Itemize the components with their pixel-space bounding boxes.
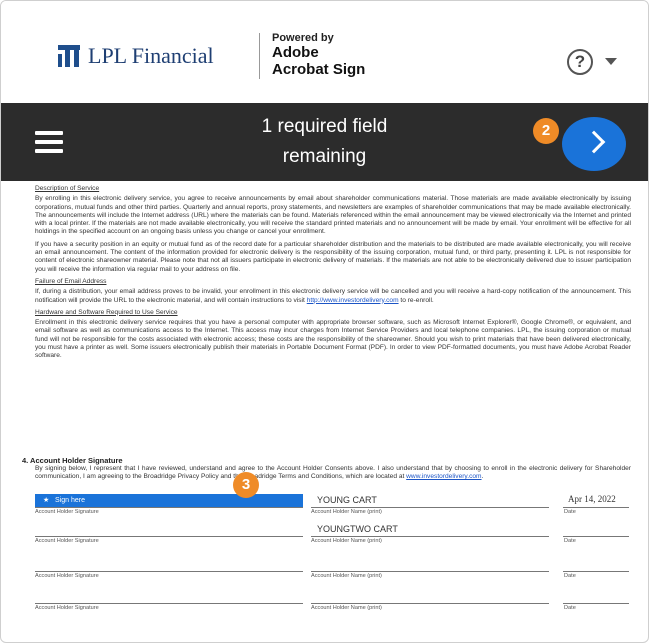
adobe-brand-line2: Acrobat Sign (272, 61, 366, 78)
signature-label-3: Account Holder Signature (35, 573, 99, 579)
step-badge-2: 2 (533, 118, 559, 144)
date-label-2: Date (564, 538, 576, 544)
holder-name-2: YOUNGTWO CART (317, 524, 398, 534)
name-line-1 (311, 507, 549, 508)
failure-heading: Failure of Email Address (35, 277, 107, 285)
date-label-1: Date (564, 509, 576, 515)
description-paragraph-1: By enrolling in this electronic delivery… (35, 195, 631, 236)
sign-here-label: Sign here (55, 497, 85, 504)
lpl-logo-text: LPL Financial (88, 43, 214, 68)
signature-label-4: Account Holder Signature (35, 605, 99, 611)
signature-line-3 (35, 571, 303, 572)
date-label-4: Date (564, 605, 576, 611)
step-badge-3: 3 (233, 472, 259, 498)
required-fields-status-line2: remaining (282, 146, 367, 167)
chevron-down-icon[interactable] (605, 58, 617, 65)
name-label-2: Account Holder Name (print) (311, 538, 382, 544)
investordelivery-link[interactable]: http://www.investordelivery.com (307, 297, 399, 304)
account-holder-paragraph: By signing below, I represent that I hav… (35, 465, 631, 482)
hardware-heading: Hardware and Software Required to Use Se… (35, 308, 178, 316)
signature-line-2 (35, 536, 303, 537)
header-divider (259, 33, 260, 79)
app-header: LPL Financial Powered by Adobe Acrobat S… (1, 1, 648, 103)
signature-label-1: Account Holder Signature (35, 509, 99, 515)
date-line-2 (563, 536, 629, 537)
asterisk-required-icon: ★ (43, 497, 50, 504)
help-icon[interactable]: ? (567, 49, 593, 75)
date-line-1 (563, 507, 629, 508)
signature-label-2: Account Holder Signature (35, 538, 99, 544)
failure-paragraph: If, during a distribution, your email ad… (35, 288, 631, 305)
powered-by-label: Powered by (272, 32, 334, 44)
date-label-3: Date (564, 573, 576, 579)
investordelivery-web-link[interactable]: www.investordelivery.com (406, 473, 481, 480)
lpl-logo: LPL Financial (58, 43, 214, 69)
description-heading: Description of Service (35, 185, 100, 192)
signature-line-1 (35, 507, 303, 508)
name-line-4 (311, 603, 549, 604)
description-paragraph-2: If you have a security position in an eq… (35, 240, 631, 273)
account-holder-text: By signing below, I represent that I hav… (35, 465, 631, 481)
date-value-1: Apr 14, 2022 (568, 494, 616, 504)
hardware-paragraph: Enrollment in this electronic delivery s… (35, 319, 631, 360)
signing-window: LPL Financial Powered by Adobe Acrobat S… (0, 0, 649, 643)
name-label-3: Account Holder Name (print) (311, 573, 382, 579)
account-holder-tail: . (481, 473, 484, 481)
lpl-logo-icon (58, 45, 80, 67)
account-holder-heading: 4. Account Holder Signature (22, 456, 123, 465)
date-line-4 (563, 603, 629, 604)
name-label-4: Account Holder Name (print) (311, 605, 382, 611)
adobe-brand-line1: Adobe (272, 44, 319, 61)
name-label-1: Account Holder Name (print) (311, 509, 382, 515)
name-line-2 (311, 536, 549, 537)
next-field-button[interactable] (562, 117, 626, 171)
date-line-3 (563, 571, 629, 572)
agreement-document: Description of Service By enrolling in t… (35, 185, 631, 365)
powered-by-adobe: Powered by Adobe Acrobat Sign (272, 32, 365, 78)
signature-line-4 (35, 603, 303, 604)
sign-here-field[interactable]: ★ Sign here (35, 494, 303, 507)
name-line-3 (311, 571, 549, 572)
chevron-right-icon (582, 130, 606, 154)
failure-tail: to re-enroll. (400, 296, 434, 304)
holder-name-1: YOUNG CART (317, 495, 377, 505)
